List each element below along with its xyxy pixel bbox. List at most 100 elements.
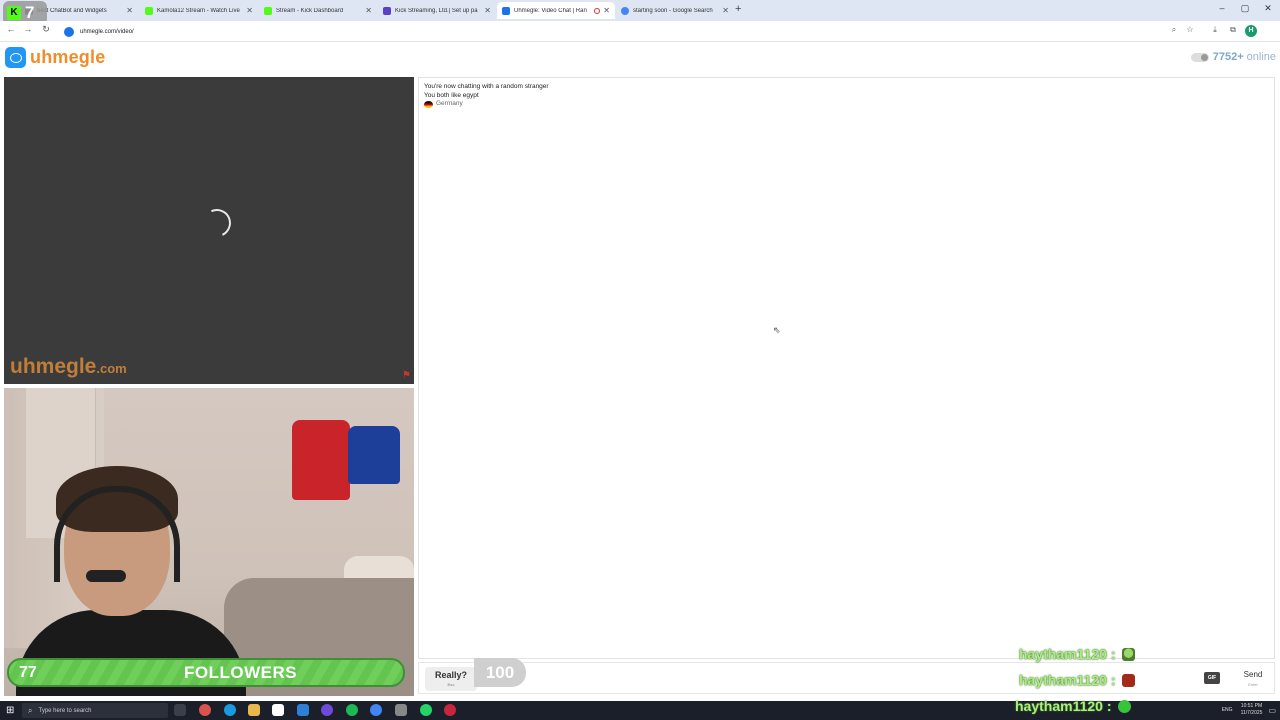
close-icon[interactable]: ✕ bbox=[365, 6, 372, 15]
chat-input-bar[interactable]: Really? Esc GIF Send Enter bbox=[418, 662, 1275, 694]
app-icon[interactable] bbox=[199, 704, 211, 716]
search-placeholder: Type here to search bbox=[38, 707, 92, 714]
gif-button[interactable]: GIF bbox=[1204, 672, 1220, 684]
overlay-chat-message: haytham1120 : bbox=[1019, 646, 1135, 662]
tab-google-search[interactable]: starting soon - Google Search ✕ bbox=[616, 2, 734, 19]
mouse-cursor-icon: ⇖ bbox=[773, 325, 781, 335]
overlay-number: 7 bbox=[25, 3, 35, 22]
search-icon: ⌕ bbox=[28, 705, 33, 715]
tab-label: starting soon - Google Search bbox=[633, 7, 713, 14]
tab-kick-setup[interactable]: Kick Streaming, Ltd.| Set up pa ✕ bbox=[378, 2, 496, 19]
chat-status: You're now chatting with a random strang… bbox=[424, 83, 549, 109]
edge-icon[interactable] bbox=[224, 704, 236, 716]
minimize-button[interactable]: – bbox=[1210, 3, 1234, 13]
notification-icon[interactable]: ▭ bbox=[1268, 706, 1276, 715]
green-emote-icon bbox=[1117, 699, 1131, 713]
status-line-connected: You're now chatting with a random strang… bbox=[424, 83, 549, 90]
chat-separator: : bbox=[1106, 698, 1112, 714]
chat-username: haytham1120 bbox=[1015, 698, 1103, 714]
store-icon[interactable] bbox=[272, 704, 284, 716]
clock[interactable]: 10:51 PM 11/7/2025 bbox=[1241, 703, 1263, 717]
close-icon[interactable]: ✕ bbox=[126, 6, 133, 15]
tab-label: best ChatBot and Widgets bbox=[37, 7, 107, 14]
alien-emote-icon bbox=[1121, 647, 1135, 661]
screen: best ChatBot and Widgets ✕ Kamola12 Stre… bbox=[0, 0, 1280, 720]
new-tab-button[interactable]: + bbox=[735, 3, 741, 15]
system-tray: ENG 10:51 PM 11/7/2025 ▭ bbox=[1222, 703, 1276, 717]
chat-username: haytham1120 bbox=[1019, 672, 1107, 688]
video-watermark: uhmegle.com bbox=[10, 355, 127, 379]
whatsapp-icon[interactable] bbox=[420, 704, 432, 716]
reload-icon[interactable]: ↻ bbox=[39, 24, 53, 35]
online-indicator: 7752+ online bbox=[1190, 51, 1276, 63]
extensions-icon[interactable]: ⧉ bbox=[1226, 25, 1240, 35]
chat-username: haytham1120 bbox=[1019, 646, 1107, 662]
chrome-icon[interactable] bbox=[370, 704, 382, 716]
loading-spinner-icon bbox=[199, 205, 235, 241]
site-info-icon[interactable] bbox=[64, 26, 74, 37]
status-line-interests: You both like egypt bbox=[424, 91, 479, 99]
close-icon[interactable]: ✕ bbox=[722, 6, 729, 15]
file-explorer-icon[interactable] bbox=[248, 704, 260, 716]
blue-jersey bbox=[348, 426, 400, 484]
online-count: 7752+ bbox=[1212, 51, 1244, 63]
report-flag-icon[interactable]: ⚑ bbox=[402, 370, 411, 381]
close-icon[interactable]: ✕ bbox=[603, 6, 610, 15]
url-text: uhmegle.com/video/ bbox=[80, 28, 134, 35]
logo-text: uhmegle bbox=[30, 47, 106, 67]
tab-uhmegle[interactable]: Uhmegle: Video Chat | Ran ✕ bbox=[497, 2, 615, 19]
obs-icon[interactable] bbox=[444, 704, 456, 716]
close-window-button[interactable]: ✕ bbox=[1256, 3, 1280, 14]
tab-kamola-stream[interactable]: Kamola12 Stream - Watch Live ✕ bbox=[140, 2, 258, 19]
address-bar-row: ← → ↻ uhmegle.com/video/ ⌕ ☆ ⤓ ⧉ bbox=[0, 21, 1280, 42]
bookmark-star-icon[interactable]: ☆ bbox=[1183, 25, 1197, 34]
kick-ltd-favicon-icon bbox=[383, 6, 391, 15]
kick-logo-icon: K bbox=[7, 6, 21, 20]
taskbar-search[interactable]: ⌕ Type here to search bbox=[22, 703, 168, 718]
chat-separator: : bbox=[1110, 646, 1116, 662]
tab-label: Stream - Kick Dashboard bbox=[276, 7, 344, 14]
task-view-icon[interactable] bbox=[174, 704, 186, 716]
germany-flag-icon bbox=[424, 100, 433, 108]
chat-log: You're now chatting with a random strang… bbox=[418, 77, 1275, 659]
tab-label: Uhmegle: Video Chat | Ran bbox=[514, 7, 587, 14]
windows-start-icon[interactable]: ⊞ bbox=[6, 705, 14, 716]
watermark-suffix: .com bbox=[96, 361, 127, 376]
tab-kick-dashboard[interactable]: Stream - Kick Dashboard ✕ bbox=[259, 2, 377, 19]
tab-label: Kamola12 Stream - Watch Live bbox=[157, 7, 240, 14]
followers-label: FOLLOWERS bbox=[184, 662, 298, 682]
close-icon[interactable]: ✕ bbox=[246, 6, 253, 15]
profile-avatar[interactable]: H bbox=[1245, 25, 1257, 37]
theme-toggle[interactable] bbox=[1190, 52, 1209, 62]
send-hint: Enter bbox=[1248, 682, 1258, 687]
chat-bubble-logo-icon bbox=[5, 47, 26, 68]
headset-mic bbox=[86, 570, 126, 582]
red-jersey bbox=[292, 420, 350, 500]
overlay-chat-message: haytham1120 : bbox=[1019, 672, 1135, 688]
close-icon[interactable]: ✕ bbox=[484, 6, 491, 15]
download-icon[interactable]: ⤓ bbox=[1208, 25, 1222, 35]
google-favicon-icon bbox=[621, 6, 629, 15]
spotify-icon[interactable] bbox=[346, 704, 358, 716]
stranger-video: uhmegle.com ⚑ bbox=[4, 77, 414, 384]
maximize-button[interactable]: ▢ bbox=[1233, 3, 1257, 14]
settings-gear-icon[interactable] bbox=[395, 704, 407, 716]
followers-goal: 100 bbox=[474, 658, 526, 687]
url-bar[interactable]: uhmegle.com/video/ bbox=[60, 24, 1160, 39]
kick-favicon-icon bbox=[145, 6, 153, 15]
site-logo[interactable]: uhmegle bbox=[5, 47, 105, 68]
chat-separator: : bbox=[1110, 672, 1116, 688]
zoom-icon[interactable]: ⌕ bbox=[1167, 25, 1181, 35]
send-button[interactable]: Send Enter bbox=[1237, 670, 1269, 690]
mail-icon[interactable] bbox=[297, 704, 309, 716]
stranger-country: Germany bbox=[424, 100, 549, 109]
tab-label: Kick Streaming, Ltd.| Set up pa bbox=[395, 7, 478, 14]
skip-hint: Esc bbox=[447, 682, 455, 687]
uhmegle-favicon-icon bbox=[502, 6, 510, 15]
language-indicator[interactable]: ENG bbox=[1222, 707, 1233, 713]
skip-button[interactable]: Really? Esc bbox=[425, 667, 477, 691]
forward-arrow-icon[interactable]: → bbox=[21, 24, 35, 34]
recording-icon bbox=[594, 7, 601, 14]
discord-icon[interactable] bbox=[321, 704, 333, 716]
back-arrow-icon[interactable]: ← bbox=[4, 24, 18, 34]
